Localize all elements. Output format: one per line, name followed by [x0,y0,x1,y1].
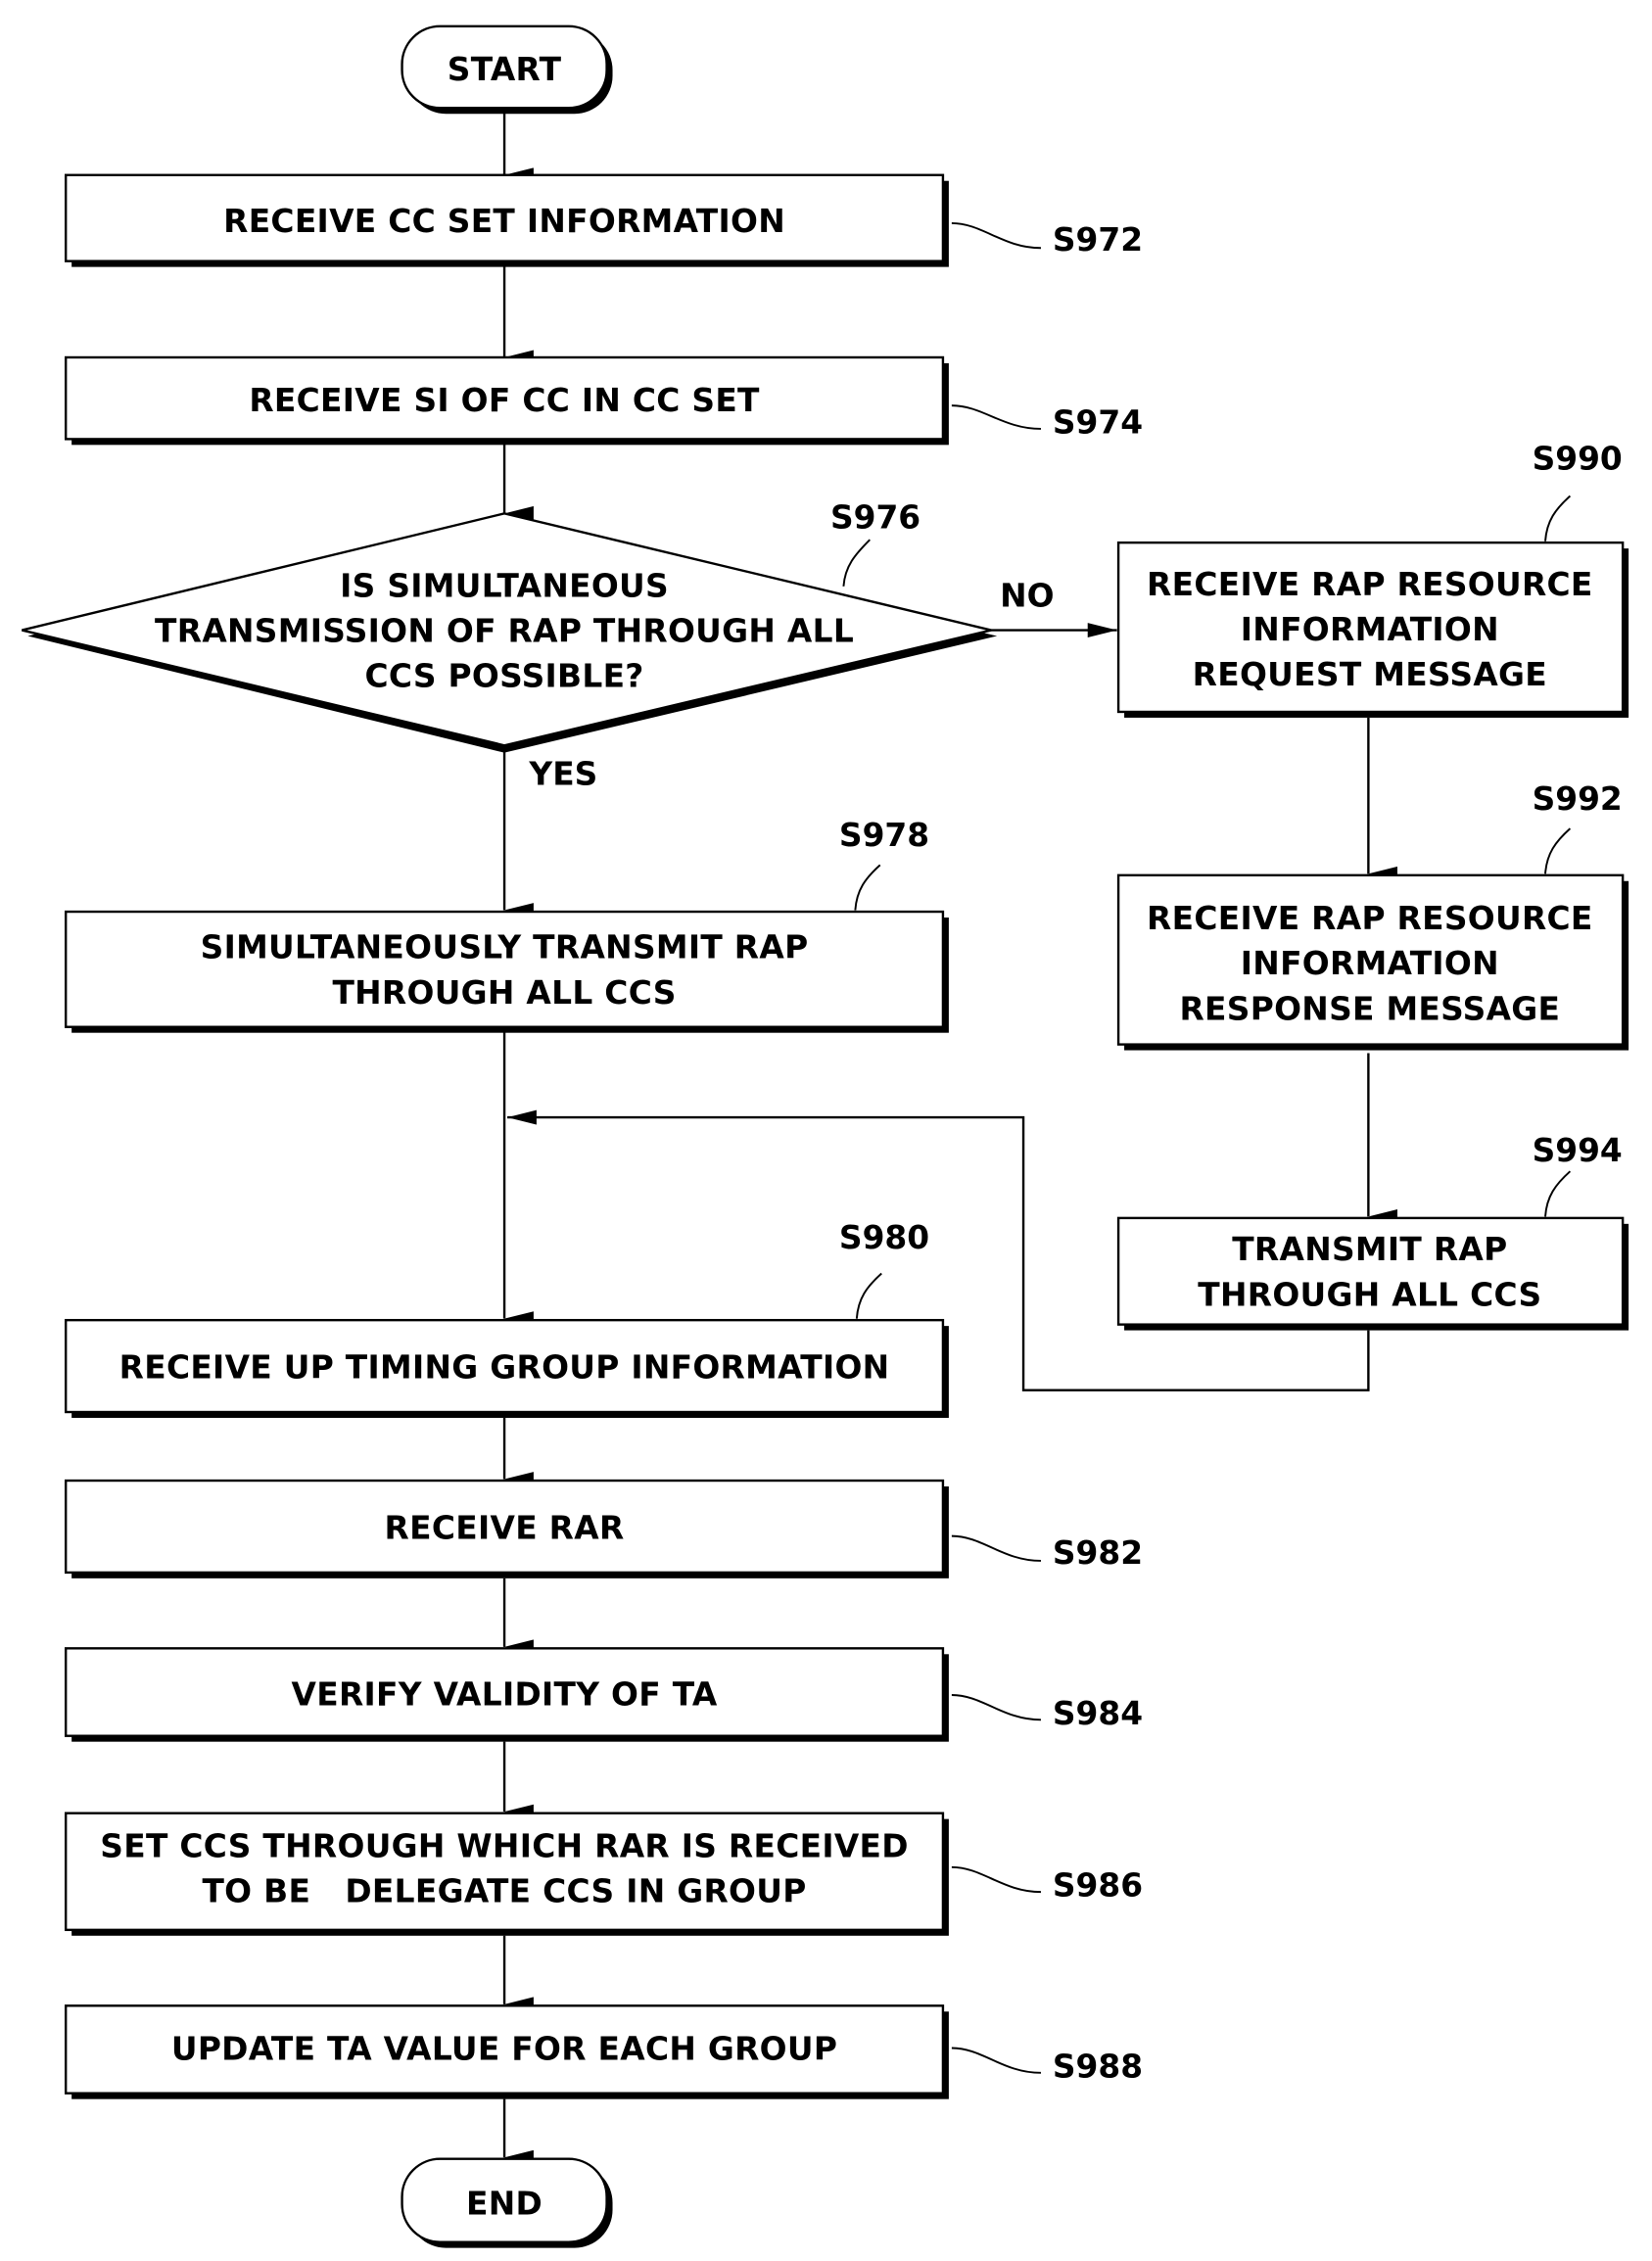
leader-s982 [951,1534,1041,1562]
step-s978-line-2: THROUGH ALL CCS [332,974,676,1012]
step-s972-label: S972 [1053,221,1143,259]
leader-s988 [951,2047,1041,2074]
step-s994: TRANSMIT RAP THROUGH ALL CCS S994 [1116,1132,1629,1331]
step-s992-label: S992 [1533,780,1623,818]
step-s974: RECEIVE SI OF CC IN CC SET S974 [64,355,1143,446]
leader-s972 [951,221,1041,250]
step-s974-label: S974 [1053,403,1143,441]
step-s986-label: S986 [1053,1867,1143,1905]
step-s972: RECEIVE CC SET INFORMATION S972 [64,173,1143,267]
step-s986-line-1: SET CCS THROUGH WHICH RAR IS RECEIVED [100,1827,909,1864]
step-s978-line-1: SIMULTANEOUSLY TRANSMIT RAP [201,929,809,966]
step-s982-text: RECEIVE RAR [385,1510,625,1547]
start-label: START [448,51,562,88]
edge-label-yes: YES [528,755,597,792]
step-s992: RECEIVE RAP RESOURCE INFORMATION RESPONS… [1116,780,1629,1051]
step-s990-line-1: RECEIVE RAP RESOURCE [1147,566,1593,603]
leader-s994 [1544,1170,1572,1217]
step-s984: VERIFY VALIDITY OF TA S984 [64,1647,1143,1742]
leader-s992 [1544,827,1572,874]
step-s992-line-3: RESPONSE MESSAGE [1179,990,1560,1027]
decision-s976-line-2: TRANSMISSION OF RAP THROUGH ALL [155,612,854,649]
step-s990-line-3: REQUEST MESSAGE [1193,656,1547,693]
decision-s976-line-1: IS SIMULTANEOUS [340,567,669,604]
end-label: END [466,2185,543,2222]
leader-s986 [951,1865,1041,1894]
step-s992-line-1: RECEIVE RAP RESOURCE [1147,900,1593,937]
leader-s974 [951,404,1041,430]
leader-s990 [1544,495,1572,542]
decision-s976-line-3: CCS POSSIBLE? [364,658,643,695]
leader-s976 [842,539,871,587]
edge-label-no: NO [1000,578,1054,615]
decision-s976-label: S976 [830,498,920,536]
step-s982-label: S982 [1053,1534,1143,1572]
leader-s980 [855,1272,882,1319]
step-s978-label: S978 [839,817,929,854]
step-s978: SIMULTANEOUSLY TRANSMIT RAP THROUGH ALL … [64,817,949,1033]
step-s994-line-1: TRANSMIT RAP [1232,1231,1507,1268]
step-s992-line-2: INFORMATION [1241,945,1499,982]
step-s990-label: S990 [1533,441,1623,478]
step-s994-label: S994 [1533,1132,1623,1169]
leader-s984 [951,1694,1041,1721]
leader-s978 [854,864,881,911]
step-s980-label: S980 [839,1219,929,1256]
step-s988-text: UPDATE TA VALUE FOR EACH GROUP [171,2030,837,2067]
step-s994-line-2: THROUGH ALL CCS [1198,1276,1541,1313]
step-s972-text: RECEIVE CC SET INFORMATION [223,203,785,240]
step-s980: RECEIVE UP TIMING GROUP INFORMATION S980 [64,1219,949,1418]
step-s988-label: S988 [1053,2048,1143,2085]
step-s986-line-2: TO BE DELEGATE CCS IN GROUP [203,1873,807,1910]
step-s974-text: RECEIVE SI OF CC IN CC SET [249,382,760,419]
decision-s976: IS SIMULTANEOUS TRANSMISSION OF RAP THRO… [22,498,998,753]
step-s982: RECEIVE RAR S982 [64,1479,1143,1578]
step-s986: SET CCS THROUGH WHICH RAR IS RECEIVED TO… [64,1812,1143,1936]
end-terminal: END [401,2157,613,2248]
step-s988: UPDATE TA VALUE FOR EACH GROUP S988 [64,2004,1143,2099]
step-s990-line-2: INFORMATION [1241,611,1499,648]
step-s984-label: S984 [1053,1695,1143,1732]
step-s980-text: RECEIVE UP TIMING GROUP INFORMATION [119,1349,890,1387]
step-s990: RECEIVE RAP RESOURCE INFORMATION REQUEST… [1116,441,1629,718]
flowchart: NO YES START RECEIVE CC SET INFORMATION … [22,24,1629,2248]
step-s984-text: VERIFY VALIDITY OF TA [292,1675,718,1713]
start-terminal: START [401,24,613,115]
